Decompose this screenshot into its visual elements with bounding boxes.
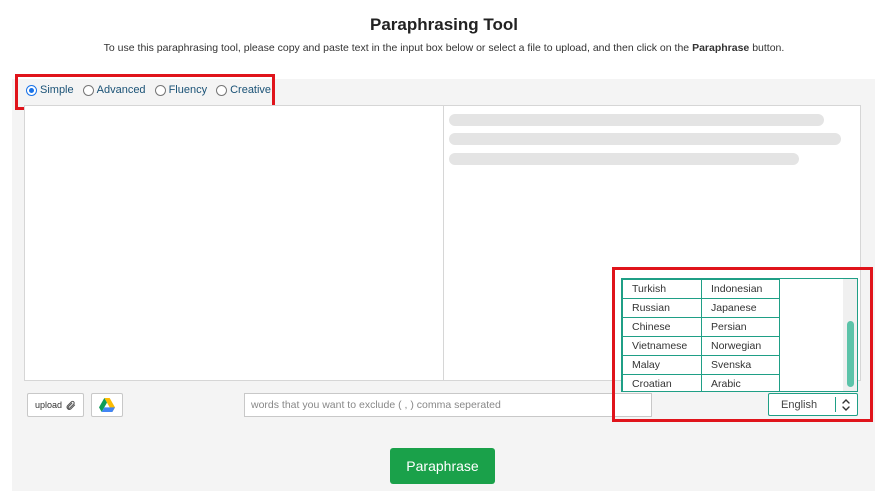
language-option[interactable]: Russian [622, 298, 702, 318]
language-select[interactable]: English [768, 393, 858, 416]
mode-simple[interactable]: Simple [26, 84, 74, 96]
mode-creative[interactable]: Creative [216, 84, 271, 96]
language-option[interactable]: Chinese [622, 317, 702, 337]
language-option[interactable]: Norwegian [701, 336, 780, 356]
language-option[interactable]: Croatian [622, 374, 702, 391]
instructions-suffix: button. [752, 42, 785, 54]
scrollbar-thumb[interactable] [847, 321, 854, 387]
language-dropdown-list[interactable]: Turkish Indonesian Russian Japanese Chin… [621, 278, 858, 392]
language-row: Vietnamese Norwegian [622, 336, 780, 356]
language-list-scrollbar[interactable] [843, 279, 857, 391]
instructions-bold: Paraphrase [692, 42, 750, 54]
language-option[interactable]: Malay [622, 355, 702, 375]
page-title: Paraphrasing Tool [370, 15, 518, 34]
language-row: Croatian Arabic [622, 374, 780, 391]
select-divider [835, 397, 836, 412]
chevron-up-down-icon [842, 399, 850, 411]
language-row: Russian Japanese [622, 298, 780, 318]
language-option[interactable]: Svenska [701, 355, 780, 375]
language-option[interactable]: Vietnamese [622, 336, 702, 356]
radio-simple[interactable] [26, 84, 37, 96]
language-option[interactable]: Indonesian [701, 279, 780, 299]
input-textarea[interactable] [25, 106, 444, 380]
mode-fluency[interactable]: Fluency [154, 84, 208, 96]
language-selected-value: English [781, 398, 818, 411]
google-drive-icon [99, 398, 115, 412]
mode-selector: Simple Advanced Fluency Creative [26, 84, 280, 96]
mode-creative-label: Creative [230, 84, 272, 96]
loading-placeholder-line [449, 114, 824, 126]
exclude-words-input[interactable] [244, 393, 652, 417]
page-instructions: To use this paraphrasing tool, please co… [0, 42, 888, 54]
language-row: Malay Svenska [622, 355, 780, 375]
mode-advanced-label: Advanced [96, 84, 146, 96]
language-option[interactable]: Japanese [701, 298, 780, 318]
language-row: Chinese Persian [622, 317, 780, 337]
loading-placeholder-line [449, 153, 799, 165]
radio-fluency[interactable] [154, 84, 166, 96]
language-option[interactable]: Persian [701, 317, 780, 337]
upload-label: upload [34, 400, 63, 410]
language-row: Turkish Indonesian [622, 279, 780, 299]
loading-placeholder-line [449, 133, 841, 145]
language-options-table: Turkish Indonesian Russian Japanese Chin… [622, 279, 780, 391]
mode-advanced[interactable]: Advanced [82, 84, 146, 96]
mode-simple-label: Simple [40, 84, 74, 96]
radio-creative[interactable] [216, 84, 228, 96]
instructions-text: To use this paraphrasing tool, please co… [103, 42, 690, 54]
paraphrase-button[interactable]: Paraphrase [390, 448, 495, 484]
mode-fluency-label: Fluency [168, 84, 208, 96]
google-drive-button[interactable] [91, 393, 123, 417]
paperclip-icon [66, 400, 76, 410]
upload-button[interactable]: upload [27, 393, 84, 417]
language-option[interactable]: Turkish [622, 279, 702, 299]
language-option[interactable]: Arabic [701, 374, 780, 391]
radio-advanced[interactable] [82, 84, 94, 96]
